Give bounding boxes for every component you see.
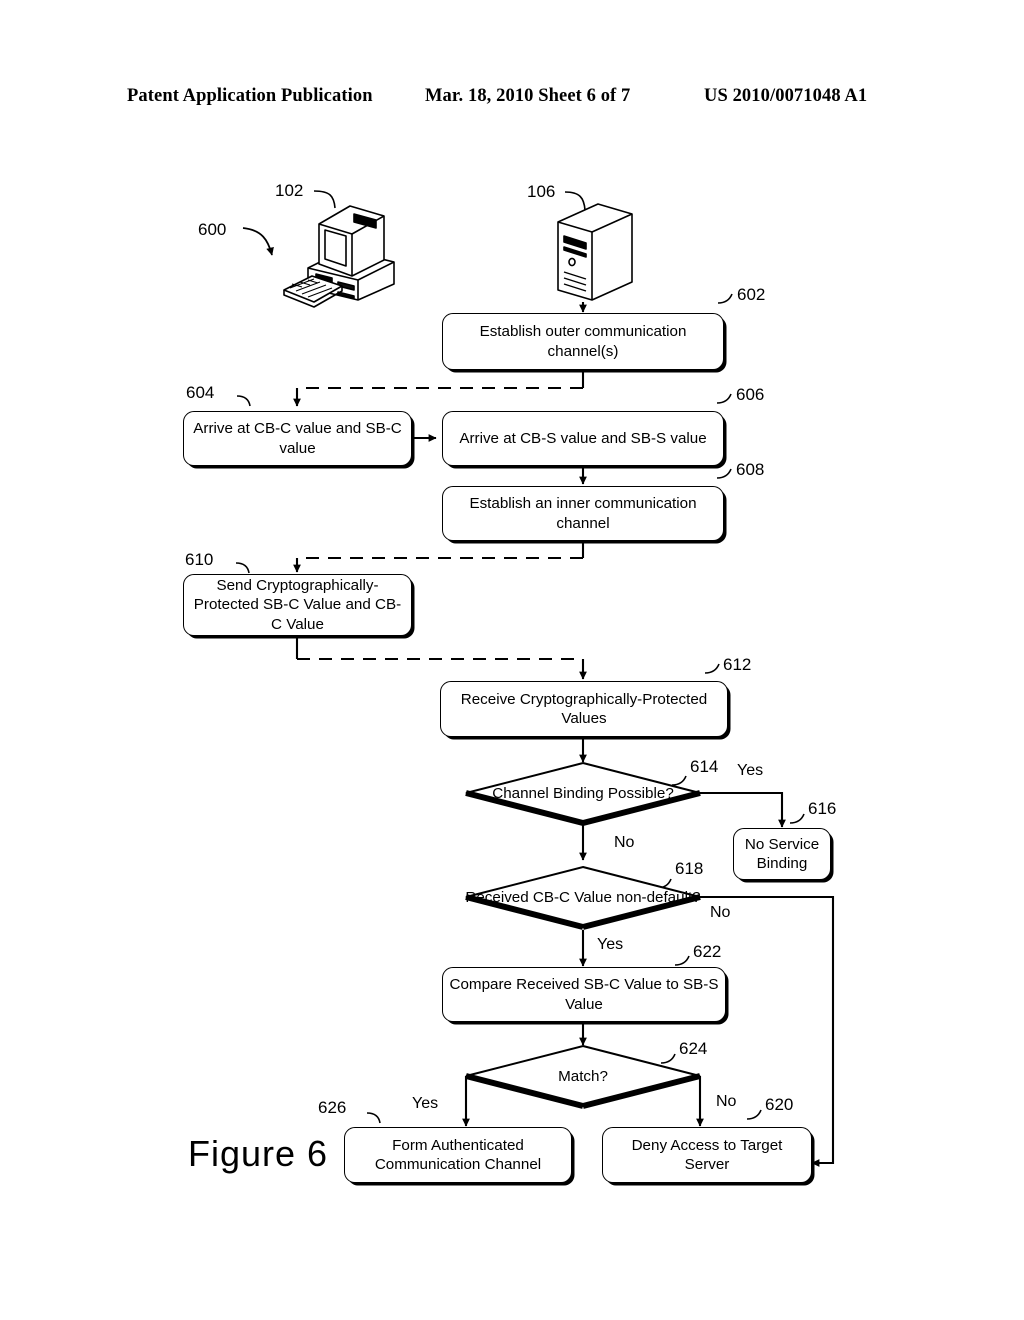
ref-620: 620 — [765, 1095, 794, 1114]
publication-number: US 2010/0071048 A1 — [704, 86, 868, 106]
process-610[interactable]: Send Cryptographically-Protected SB-C Va… — [183, 574, 412, 636]
publication-date-sheet: Mar. 18, 2010 Sheet 6 of 7 — [425, 86, 631, 106]
process-602-label: Establish outer communication channel(s) — [479, 323, 687, 360]
process-616-label: No Service Binding — [744, 835, 820, 872]
branch-618-yes: Yes — [597, 936, 624, 953]
decision-618[interactable]: Received CB-C Value non-default? — [465, 865, 701, 930]
process-622-label: Compare Received SB-C Value to SB-S Valu… — [449, 976, 719, 1013]
process-620-label: Deny Access to Target Server — [631, 1136, 783, 1173]
figure-caption: Figure 6 — [188, 1133, 329, 1174]
ref-626: 626 — [318, 1098, 347, 1117]
client-computer-icon — [282, 198, 404, 308]
branch-614-yes: Yes — [737, 762, 764, 779]
process-620[interactable]: Deny Access to Target Server — [602, 1127, 812, 1183]
process-602[interactable]: Establish outer communication channel(s) — [442, 313, 724, 370]
flow-connectors — [235, 190, 835, 1167]
process-608-label: Establish an inner communication channel — [469, 495, 697, 532]
ref-612: 612 — [723, 655, 752, 674]
branch-618-no: No — [710, 904, 731, 921]
process-610-label: Send Cryptographically-Protected SB-C Va… — [193, 576, 402, 633]
ref-602: 602 — [737, 285, 766, 304]
server-tower-icon — [552, 200, 638, 304]
process-606-label: Arrive at CB-S value and SB-S value — [459, 429, 707, 447]
process-616[interactable]: No Service Binding — [733, 828, 831, 880]
ref-618: 618 — [675, 859, 704, 878]
ref-106: 106 — [527, 182, 556, 201]
decision-624[interactable]: Match? — [465, 1044, 701, 1109]
process-608[interactable]: Establish an inner communication channel — [442, 486, 724, 541]
ref-606: 606 — [736, 385, 765, 404]
ref-616: 616 — [808, 799, 837, 818]
process-622[interactable]: Compare Received SB-C Value to SB-S Valu… — [442, 967, 726, 1022]
ref-102: 102 — [275, 181, 304, 200]
branch-624-no: No — [716, 1093, 737, 1110]
ref-610: 610 — [185, 550, 214, 569]
process-612[interactable]: Receive Cryptographically-Protected Valu… — [440, 681, 728, 737]
ref-600: 600 — [198, 220, 227, 239]
ref-608: 608 — [736, 460, 765, 479]
publication-type-label: Patent Application Publication — [127, 86, 373, 106]
process-626[interactable]: Form Authenticated Communication Channel — [344, 1127, 572, 1183]
ref-624: 624 — [679, 1039, 708, 1058]
branch-614-no: No — [614, 834, 635, 851]
process-604[interactable]: Arrive at CB-C value and SB-C value — [183, 411, 412, 466]
branch-624-yes: Yes — [412, 1095, 439, 1112]
ref-622: 622 — [693, 942, 722, 961]
page-header: Patent Application Publication Mar. 18, … — [0, 86, 1024, 112]
process-606[interactable]: Arrive at CB-S value and SB-S value — [442, 411, 724, 466]
decision-614[interactable]: Channel Binding Possible? — [465, 761, 701, 826]
process-604-label: Arrive at CB-C value and SB-C value — [193, 420, 402, 457]
ref-604: 604 — [186, 383, 215, 402]
process-612-label: Receive Cryptographically-Protected Valu… — [460, 690, 708, 727]
process-626-label: Form Authenticated Communication Channel — [374, 1136, 542, 1173]
ref-614: 614 — [690, 757, 719, 776]
